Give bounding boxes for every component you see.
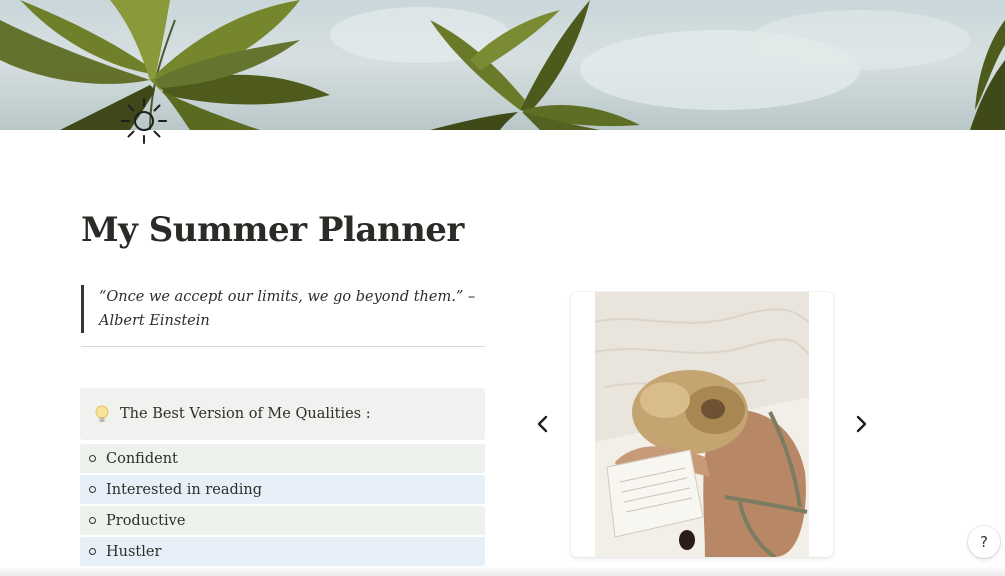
chevron-left-icon — [537, 415, 548, 433]
bottom-shadow — [0, 566, 1005, 576]
carousel-prev-button[interactable] — [531, 412, 555, 436]
divider — [81, 346, 485, 347]
list-item[interactable]: Interested in reading — [80, 475, 485, 504]
list-item[interactable]: Hustler — [80, 537, 485, 566]
bullet-icon — [89, 548, 96, 555]
notion-page: My Summer Planner “Once we accept our li… — [0, 0, 1005, 576]
bullet-icon — [89, 486, 96, 493]
quote-block[interactable]: “Once we accept our limits, we go beyond… — [81, 285, 479, 333]
bullet-icon — [89, 455, 96, 462]
list-item-label: Confident — [106, 450, 178, 467]
bullet-icon — [89, 517, 96, 524]
help-button[interactable]: ? — [968, 526, 1000, 558]
list-item[interactable]: Productive — [80, 506, 485, 535]
page-title[interactable]: My Summer Planner — [81, 210, 464, 250]
list-item[interactable]: Confident — [80, 444, 485, 473]
list-item-label: Productive — [106, 512, 186, 529]
callout-text: The Best Version of Me Qualities : — [120, 406, 371, 422]
qualities-callout[interactable]: The Best Version of Me Qualities : — [80, 388, 485, 440]
sun-icon[interactable] — [118, 95, 170, 147]
list-item-label: Hustler — [106, 543, 162, 560]
list-item-label: Interested in reading — [106, 481, 263, 498]
woman-reading-on-beach-photo — [595, 292, 809, 557]
carousel-card[interactable] — [571, 292, 833, 557]
qualities-list: Confident Interested in reading Producti… — [80, 444, 485, 568]
carousel-next-button[interactable] — [849, 412, 873, 436]
chevron-right-icon — [856, 415, 867, 433]
lightbulb-icon — [94, 405, 110, 423]
